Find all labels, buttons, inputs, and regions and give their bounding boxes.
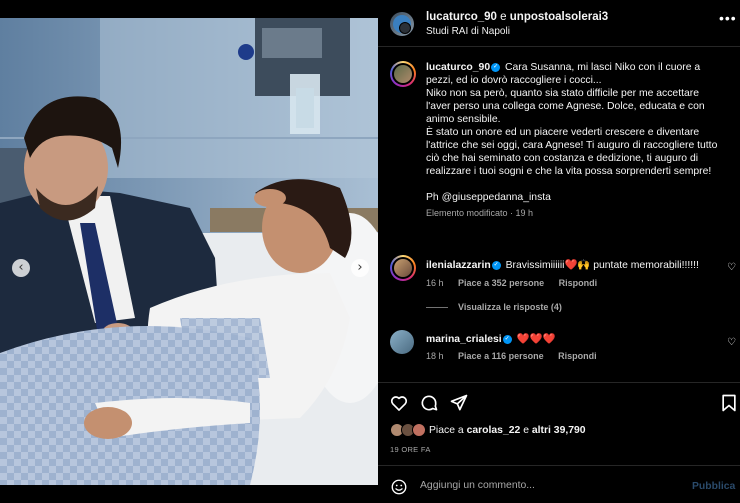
- post-location[interactable]: Studi RAI di Napoli: [426, 26, 510, 37]
- post-details-panel: lucaturco_90 e unpostoalsolerai3 Studi R…: [378, 0, 740, 503]
- comment-bubble-icon[interactable]: [419, 393, 439, 413]
- comment-avatar-1[interactable]: [390, 255, 416, 281]
- add-comment-bar: Pubblica: [378, 473, 740, 503]
- post-timestamp: 19 ORE FA: [390, 445, 431, 454]
- comment-2-meta: 18 h Piace a 116 persone Rispondi: [426, 351, 609, 361]
- comment-1-reply-button[interactable]: Rispondi: [559, 278, 598, 288]
- next-slide-button[interactable]: ›: [351, 259, 369, 277]
- actions-divider: [378, 382, 740, 383]
- verified-icon: ✓: [491, 260, 501, 270]
- likes-user[interactable]: carolas_22: [467, 425, 521, 436]
- view-replies-button[interactable]: Visualizza le risposte (4): [426, 302, 562, 312]
- publish-button[interactable]: Pubblica: [692, 481, 735, 492]
- comment-input[interactable]: [420, 480, 650, 491]
- post-header-authors: lucaturco_90 e unpostoalsolerai3: [426, 11, 608, 23]
- comment-avatar-2[interactable]: [390, 330, 414, 354]
- authors-joiner: e: [500, 11, 507, 23]
- author-avatar[interactable]: [390, 12, 414, 36]
- comment-2-time: 18 h: [426, 351, 444, 361]
- liker-avatar: [412, 423, 426, 437]
- caption-author[interactable]: lucaturco_90: [426, 62, 490, 73]
- edited-label: Elemento modificato: [426, 208, 508, 218]
- comment-1-text: Bravissimiiiiii❤️🙌 puntate memorabili!!!…: [505, 260, 699, 271]
- comment-2-reply-button[interactable]: Rispondi: [558, 351, 597, 361]
- verified-icon: ✓: [502, 334, 512, 344]
- emoji-icon[interactable]: [390, 478, 408, 496]
- hospital-scene-image: [0, 18, 378, 485]
- photo-credit: Ph @giuseppedanna_insta: [426, 192, 551, 203]
- header-divider: [378, 46, 740, 47]
- comment-2-username[interactable]: marina_crialesi: [426, 334, 502, 345]
- save-bookmark-icon[interactable]: [719, 393, 739, 413]
- comment-1-meta: 16 h Piace a 352 persone Rispondi: [426, 278, 609, 288]
- caption-line-2: Niko non sa però, quanto sia stato diffi…: [426, 88, 705, 125]
- comment-2-text: ❤️❤️❤️: [516, 334, 556, 345]
- more-horizontal-icon[interactable]: •••: [719, 10, 737, 26]
- likes-text: Piace a carolas_22 e altri 39,790: [429, 425, 586, 436]
- caption-time: 19 h: [515, 208, 534, 218]
- previous-slide-button[interactable]: ‹: [12, 259, 30, 277]
- caption-avatar[interactable]: [390, 61, 416, 87]
- coauthor-username[interactable]: unpostoalsolerai3: [510, 11, 608, 23]
- verified-icon: ✓: [491, 62, 501, 72]
- like-heart-icon[interactable]: [389, 393, 409, 413]
- like-comment-1-heart-icon[interactable]: ♡: [727, 262, 736, 273]
- post-caption: lucaturco_90 ✓ Cara Susanna, mi lasci Nik…: [426, 61, 726, 220]
- comment-1-time: 16 h: [426, 278, 444, 288]
- post-photo[interactable]: ‹ ›: [0, 18, 378, 485]
- like-comment-2-heart-icon[interactable]: ♡: [727, 337, 736, 348]
- author-username[interactable]: lucaturco_90: [426, 11, 497, 23]
- comment-box-divider: [378, 465, 740, 466]
- comment-2-likes[interactable]: Piace a 116 persone: [458, 351, 544, 361]
- comment-1-likes[interactable]: Piace a 352 persone: [458, 278, 544, 288]
- share-send-icon[interactable]: [449, 393, 469, 413]
- likes-others[interactable]: altri 39,790: [532, 425, 586, 436]
- replies-line: [426, 307, 448, 309]
- comment-1-username[interactable]: ilenialazzarin: [426, 260, 491, 271]
- action-bar: [378, 393, 740, 413]
- comment-2: marina_crialesi ✓ ❤️❤️❤️: [426, 333, 716, 346]
- comment-1: ilenialazzarin ✓ Bravissimiiiiii❤️🙌 punta…: [426, 259, 716, 272]
- caption-line-3: È stato un onore ed un piacere vederti c…: [426, 127, 718, 177]
